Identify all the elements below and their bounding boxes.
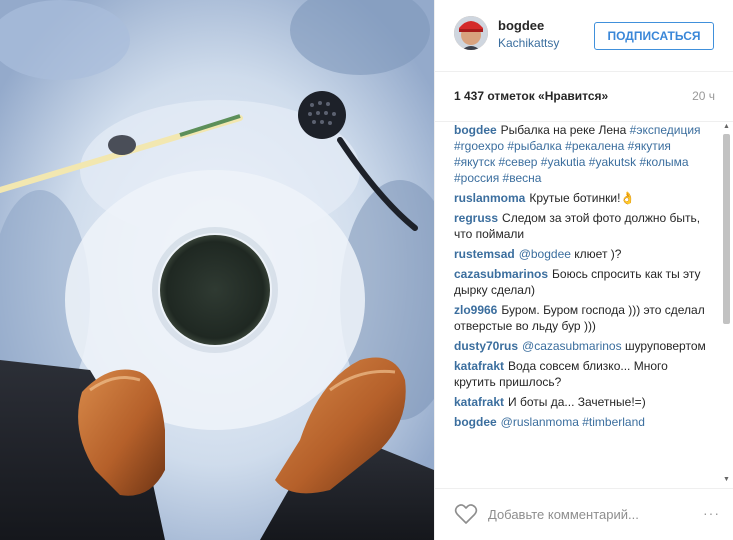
- comment-username[interactable]: zlo9966: [454, 303, 497, 317]
- comment-text: шуруповертом: [624, 339, 706, 353]
- comment-text: Крутые ботинки!👌: [529, 191, 636, 205]
- comment-item: katafrakt Вода совсем близко... Много кру…: [454, 358, 707, 390]
- comment-item: zlo9966 Буром. Буром господа ))) это сдел…: [454, 302, 707, 334]
- likes-row: 1 437 отметок «Нравится» 20 ч: [435, 72, 733, 122]
- post-details-panel: bogdee Kachikattsy ПОДПИСАТЬСЯ 1 437 отм…: [434, 0, 733, 540]
- comment-username[interactable]: bogdee: [454, 123, 497, 137]
- comment-input[interactable]: [488, 503, 678, 525]
- comment-username[interactable]: dusty70rus: [454, 339, 518, 353]
- comment-username[interactable]: ruslanmoma: [454, 191, 525, 205]
- comment-hashtags[interactable]: #timberland: [582, 415, 645, 429]
- comment-mention[interactable]: @bogdee: [519, 247, 571, 261]
- comment-text: Рыбалка на реке Лена: [500, 123, 627, 137]
- comment-username[interactable]: cazasubmarinos: [454, 267, 548, 281]
- post-author-username[interactable]: bogdee: [498, 18, 544, 33]
- comment-item: bogdee @ruslanmoma #timberland: [454, 414, 707, 430]
- post-header: bogdee Kachikattsy ПОДПИСАТЬСЯ: [435, 0, 733, 72]
- comment-username[interactable]: rustemsad: [454, 247, 515, 261]
- comment-item: dusty70rus @cazasubmarinos шуруповертом: [454, 338, 707, 354]
- post-time[interactable]: 20 ч: [692, 89, 715, 103]
- avatar[interactable]: [454, 16, 488, 50]
- likes-count[interactable]: 1 437 отметок «Нравится»: [454, 89, 608, 103]
- scrollbar-thumb[interactable]: [723, 134, 730, 324]
- photo-illustration: [0, 0, 434, 540]
- comment-text: И боты да... Зачетные!=): [508, 395, 646, 409]
- more-options-icon[interactable]: ···: [703, 505, 720, 521]
- comments-list: bogdee Рыбалка на реке Лена #экспедиция #…: [435, 122, 723, 488]
- comment-mention[interactable]: @ruslanmoma: [501, 415, 579, 429]
- chevron-up-icon[interactable]: ▲: [722, 122, 731, 131]
- comment-mention[interactable]: @cazasubmarinos: [522, 339, 622, 353]
- comment-item: katafrakt И боты да... Зачетные!=): [454, 394, 707, 410]
- comment-item: regruss Следом за этой фото должно быть, …: [454, 210, 707, 242]
- comment-username[interactable]: bogdee: [454, 415, 497, 429]
- comment-item: cazasubmarinos Боюсь спросить как ты эту …: [454, 266, 707, 298]
- avatar-image: [454, 16, 488, 50]
- comment-item: rustemsad @bogdee клюет )?: [454, 246, 707, 262]
- comment-username[interactable]: regruss: [454, 211, 498, 225]
- comment-item: bogdee Рыбалка на реке Лена #экспедиция #…: [454, 122, 707, 186]
- comments-scrollbar[interactable]: ▲ ▼: [722, 122, 731, 484]
- follow-button[interactable]: ПОДПИСАТЬСЯ: [594, 22, 714, 50]
- comment-username[interactable]: katafrakt: [454, 359, 504, 373]
- comment-item: ruslanmoma Крутые ботинки!👌: [454, 190, 707, 206]
- comment-composer: ···: [435, 488, 733, 540]
- post-photo[interactable]: [0, 0, 434, 540]
- comment-text: клюет )?: [574, 247, 622, 261]
- chevron-down-icon[interactable]: ▼: [722, 475, 731, 484]
- heart-icon[interactable]: [454, 503, 478, 525]
- comment-username[interactable]: katafrakt: [454, 395, 504, 409]
- post-location[interactable]: Kachikattsy: [498, 36, 559, 50]
